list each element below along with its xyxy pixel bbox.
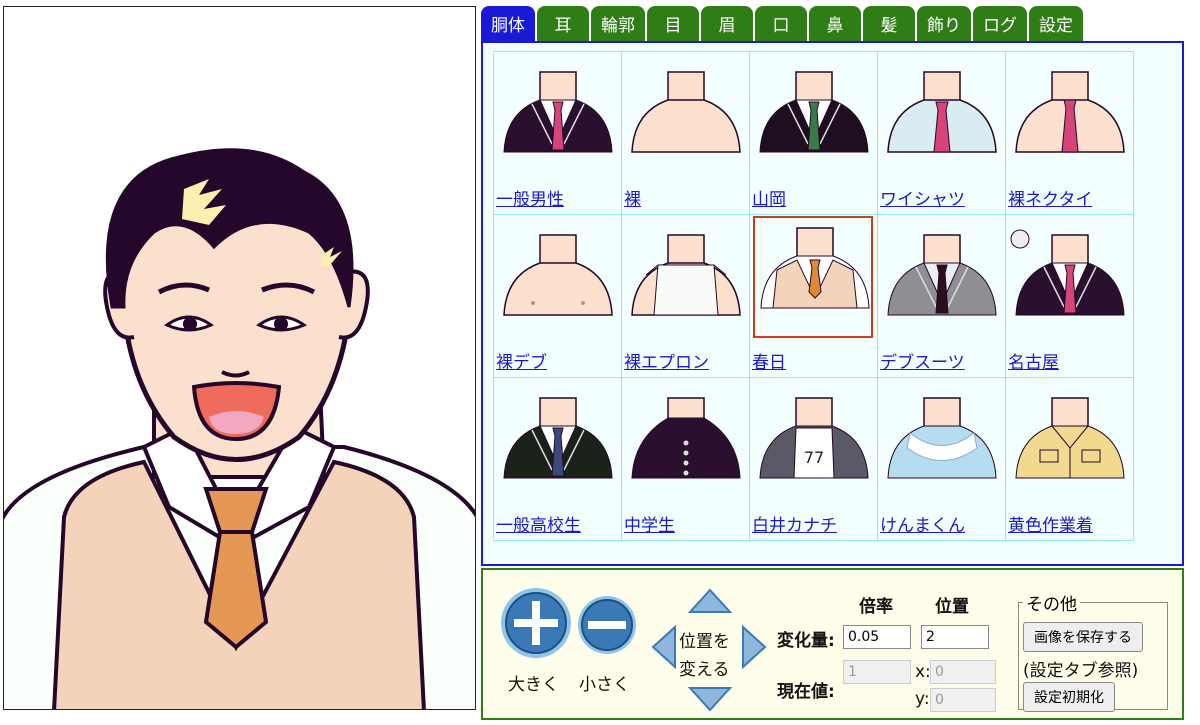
body-thumbnail[interactable]: [498, 388, 618, 516]
body-item-link[interactable]: 山岡: [752, 185, 786, 210]
body-item[interactable]: 山岡: [750, 52, 878, 215]
bigger-button[interactable]: [501, 588, 571, 658]
current-x-input: [930, 660, 996, 684]
tab-9[interactable]: ログ: [973, 6, 1027, 41]
tab-4[interactable]: 眉: [701, 6, 753, 41]
tab-7[interactable]: 髪: [863, 6, 915, 41]
body-item-link[interactable]: 名古屋: [1008, 348, 1059, 373]
other-legend: その他: [1026, 595, 1077, 615]
body-item-link[interactable]: 春日: [752, 348, 786, 373]
body-item-link[interactable]: デブスーツ: [880, 348, 965, 373]
control-panel: 大きく 小さく 位置を 変える 倍率 位置 変化量: 現在値: x: y: その…: [481, 568, 1184, 720]
item-panel: 一般男性 裸 山岡 ワイシャツ 裸ネクタイ裸デブ 裸エプロン 春日 デブスーツ 名古屋一般高校生…: [481, 41, 1184, 566]
scale-column-header: 倍率: [859, 597, 893, 617]
move-down-icon[interactable]: [688, 686, 732, 712]
current-scale-input: [843, 660, 911, 684]
body-thumbnail[interactable]: [498, 62, 618, 190]
tab-10[interactable]: 設定: [1029, 6, 1083, 41]
body-item[interactable]: 一般男性: [494, 52, 622, 215]
item-grid: 一般男性 裸 山岡 ワイシャツ 裸ネクタイ裸デブ 裸エプロン 春日 デブスーツ 名古屋一般高校生…: [493, 51, 1134, 541]
plus-icon: [505, 592, 567, 654]
smaller-label: 小さく: [579, 675, 630, 695]
body-thumbnail[interactable]: [753, 216, 873, 338]
body-item-link[interactable]: ワイシャツ: [880, 185, 965, 210]
delta-position-input[interactable]: [921, 625, 989, 649]
move-label-2: 変える: [679, 660, 730, 680]
category-tabs: 胴体耳輪郭目眉口鼻髪飾り ログ 設定: [481, 6, 1083, 42]
body-thumbnail[interactable]: [1010, 225, 1130, 353]
tab-3[interactable]: 目: [647, 6, 699, 41]
body-thumbnail[interactable]: [1010, 388, 1130, 516]
body-thumbnail[interactable]: [498, 225, 618, 353]
body-item-link[interactable]: 一般高校生: [496, 511, 581, 536]
position-column-header: 位置: [935, 597, 969, 617]
body-item-link[interactable]: 裸エプロン: [624, 348, 709, 373]
body-item-link[interactable]: 裸: [624, 185, 641, 210]
body-thumbnail[interactable]: [882, 225, 1002, 353]
body-item[interactable]: 黄色作業着: [1006, 378, 1134, 541]
body-item-link[interactable]: けんまくん: [880, 511, 965, 536]
character-illustration: [4, 148, 475, 709]
body-item[interactable]: 裸エプロン: [622, 215, 750, 378]
tab-1[interactable]: 耳: [537, 6, 589, 41]
bigger-label: 大きく: [508, 675, 559, 695]
body-thumbnail[interactable]: [626, 225, 746, 353]
body-item[interactable]: けんまくん: [878, 378, 1006, 541]
delta-label: 変化量:: [777, 631, 835, 651]
body-item-link[interactable]: 一般男性: [496, 185, 564, 210]
body-thumbnail[interactable]: [754, 62, 874, 190]
delta-scale-input[interactable]: [843, 625, 911, 649]
tab-6[interactable]: 鼻: [809, 6, 861, 41]
svg-text:77: 77: [804, 448, 824, 467]
body-thumbnail[interactable]: 77: [754, 388, 874, 516]
body-item[interactable]: 裸デブ: [494, 215, 622, 378]
body-item-link[interactable]: 白井カナチ: [752, 511, 837, 536]
body-item[interactable]: 名古屋: [1006, 215, 1134, 378]
move-up-icon[interactable]: [688, 588, 732, 614]
body-item[interactable]: ワイシャツ: [878, 52, 1006, 215]
body-item[interactable]: 裸ネクタイ: [1006, 52, 1134, 215]
tab-0[interactable]: 胴体: [481, 6, 535, 41]
move-right-icon[interactable]: [741, 625, 767, 669]
body-thumbnail[interactable]: [882, 62, 1002, 190]
smaller-button[interactable]: [578, 596, 636, 654]
reset-settings-button[interactable]: 設定初期化: [1023, 682, 1115, 712]
body-item-link[interactable]: 中学生: [624, 511, 675, 536]
body-item[interactable]: 中学生: [622, 378, 750, 541]
y-label: y:: [915, 689, 930, 709]
x-label: x:: [915, 662, 931, 682]
current-label: 現在値:: [777, 682, 835, 702]
face-canvas: [3, 6, 476, 710]
save-image-button[interactable]: 画像を保存する: [1023, 622, 1143, 652]
tab-8[interactable]: 飾り: [917, 6, 971, 41]
move-left-icon[interactable]: [651, 625, 677, 669]
move-label-1: 位置を: [679, 632, 730, 652]
body-item-link[interactable]: 黄色作業着: [1008, 511, 1093, 536]
body-item-link[interactable]: 裸デブ: [496, 348, 547, 373]
current-y-input: [930, 688, 996, 712]
minus-icon: [581, 599, 633, 651]
body-thumbnail[interactable]: [882, 388, 1002, 516]
body-thumbnail[interactable]: [1010, 62, 1130, 190]
body-item[interactable]: 春日: [750, 215, 878, 378]
body-thumbnail[interactable]: [626, 388, 746, 516]
body-item-link[interactable]: 裸ネクタイ: [1008, 185, 1092, 210]
body-item[interactable]: デブスーツ: [878, 215, 1006, 378]
body-item[interactable]: 裸: [622, 52, 750, 215]
body-item[interactable]: 77 白井カナチ: [750, 378, 878, 541]
settings-note: (設定タブ参照): [1023, 661, 1139, 681]
tab-2[interactable]: 輪郭: [591, 6, 645, 41]
body-thumbnail[interactable]: [626, 62, 746, 190]
tab-5[interactable]: 口: [755, 6, 807, 41]
body-item[interactable]: 一般高校生: [494, 378, 622, 541]
